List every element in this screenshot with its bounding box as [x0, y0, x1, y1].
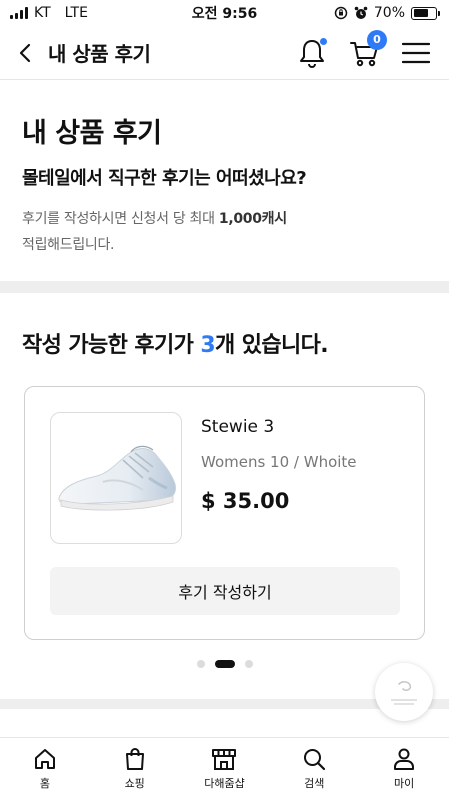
carousel-pagination: [0, 660, 449, 668]
tab-label: 검색: [304, 777, 325, 790]
rotation-lock-icon: [334, 6, 348, 20]
shopping-bag-icon: [122, 746, 148, 772]
tab-label: 마이: [393, 777, 415, 790]
tab-label: 쇼핑: [124, 777, 145, 790]
status-left: KT LTE: [10, 5, 88, 21]
tab-label: 홈: [39, 777, 50, 790]
tab-store[interactable]: 다해줌샵: [180, 738, 270, 800]
intro-section: 내 상품 후기 몰테일에서 직구한 후기는 어떠셨나요? 후기를 작성하시면 신…: [0, 81, 449, 281]
back-button[interactable]: [18, 41, 42, 65]
tab-my[interactable]: 마이: [359, 738, 449, 800]
available-reviews-section: 작성 가능한 후기가 3개 있습니다. Stewie 3 Womens 10 /…: [0, 293, 449, 703]
battery-percent: 70%: [373, 5, 405, 21]
home-icon: [32, 746, 58, 772]
intro-description: 후기를 작성하시면 신청서 당 최대 1,000캐시 적립해드립니다.: [22, 206, 427, 258]
store-icon: [211, 746, 237, 772]
available-reviews-title: 작성 가능한 후기가 3개 있습니다.: [22, 327, 329, 359]
intro-desc-prefix: 후기를 작성하시면 신청서 당 최대: [22, 211, 219, 227]
back-icon: [19, 43, 31, 62]
header-actions: 0: [297, 29, 431, 68]
menu-button[interactable]: [401, 38, 431, 68]
tab-shopping[interactable]: 쇼핑: [90, 738, 180, 800]
tab-label: 다해줌샵: [204, 777, 245, 790]
intro-subtitle: 몰테일에서 직구한 후기는 어떠셨나요?: [22, 168, 307, 189]
status-right: 70%: [334, 5, 440, 21]
menu-icon: [402, 42, 430, 63]
available-count: 3: [200, 333, 216, 358]
intro-desc-suffix: 적립해드립니다.: [22, 237, 115, 253]
app-header: 내 상품 후기 0: [0, 26, 449, 80]
write-review-button[interactable]: 후기 작성하기: [50, 567, 400, 615]
pagination-dot[interactable]: [196, 660, 205, 668]
pagination-dot[interactable]: [214, 660, 235, 668]
page-title: 내 상품 후기: [22, 118, 162, 149]
section-divider: [0, 281, 449, 293]
available-title-suffix: 개 있습니다.: [215, 333, 329, 358]
intro-desc-highlight: 1,000캐시: [218, 211, 287, 227]
product-price: $ 35.00: [201, 489, 290, 513]
available-title-prefix: 작성 가능한 후기가: [22, 333, 201, 358]
alarm-icon: [354, 6, 368, 19]
battery-icon: [411, 6, 440, 20]
search-icon: [301, 746, 327, 772]
floating-chat-button[interactable]: [375, 663, 433, 721]
person-icon: [391, 746, 417, 772]
review-card: Stewie 3 Womens 10 / Whoite $ 35.00 후기 작…: [24, 386, 425, 640]
product-image[interactable]: [50, 412, 182, 544]
bottom-tab-bar: 홈 쇼핑 다해줌샵 검색 마이: [0, 737, 449, 800]
cart-count-badge: 0: [367, 29, 387, 50]
tab-home[interactable]: 홈: [0, 738, 90, 800]
notification-dot: [320, 37, 327, 45]
product-name: Stewie 3: [201, 417, 275, 437]
signal-icon: [10, 7, 28, 19]
chat-bot-icon: [398, 680, 412, 691]
header-title: 내 상품 후기: [48, 42, 151, 66]
cart-button[interactable]: 0: [349, 29, 387, 68]
notification-button[interactable]: [297, 37, 327, 68]
carrier-label: KT: [34, 5, 51, 21]
status-bar: KT LTE 오전 9:56 70%: [0, 0, 449, 26]
pagination-dot[interactable]: [244, 660, 253, 668]
tab-search[interactable]: 검색: [269, 738, 359, 800]
network-label: LTE: [64, 5, 88, 21]
product-option: Womens 10 / Whoite: [201, 453, 357, 471]
sneaker-image: [58, 445, 176, 511]
